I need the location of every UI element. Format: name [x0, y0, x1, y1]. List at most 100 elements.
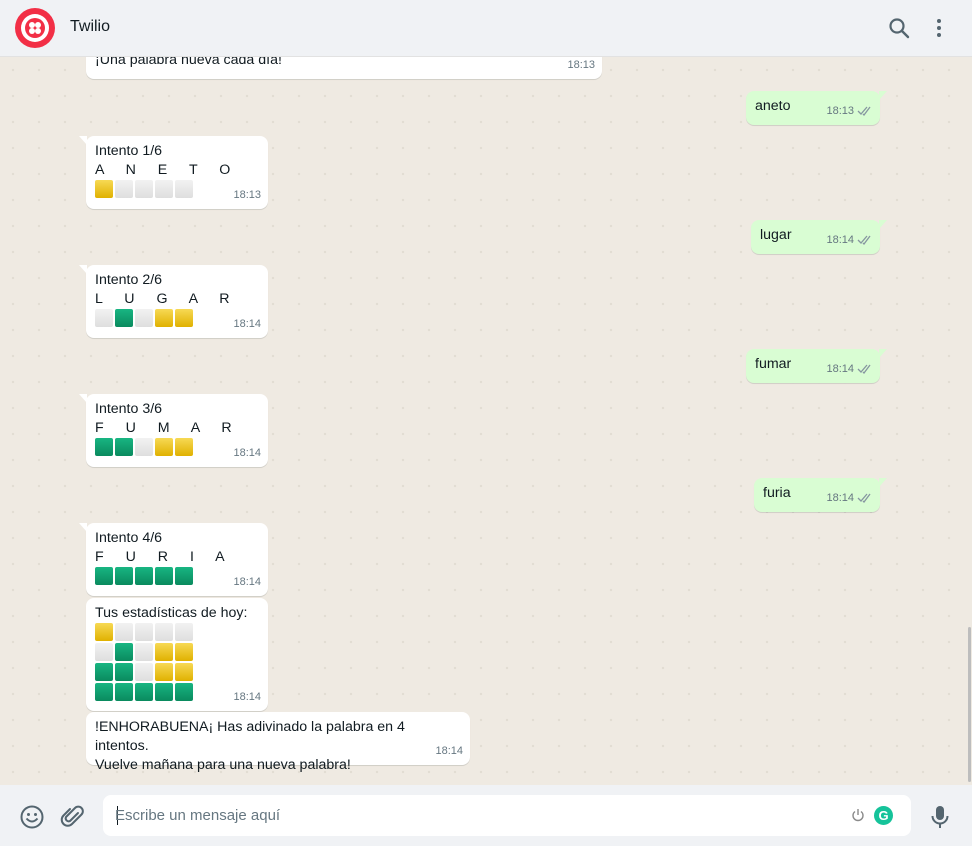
message-time: 18:14: [826, 231, 873, 250]
message-time: 18:14: [233, 576, 261, 588]
scrollbar[interactable]: [968, 627, 971, 782]
contact-name[interactable]: Twilio: [70, 18, 110, 36]
green-square: [115, 683, 133, 701]
green-square: [95, 567, 113, 585]
gray-square: [95, 309, 113, 327]
search-icon[interactable]: [887, 16, 911, 40]
double-check-icon: [857, 235, 871, 246]
message-incoming: !ENHORABUENA¡ Has adivinado la palabra e…: [86, 712, 470, 773]
gray-square: [135, 180, 153, 198]
attempt-letters: F U R I A: [95, 549, 234, 565]
message-time: 18:14: [233, 447, 261, 459]
message-text: lugar: [760, 227, 792, 243]
stats-title: Tus estadísticas de hoy:: [95, 605, 248, 621]
gray-square: [135, 663, 153, 681]
yellow-square: [155, 663, 173, 681]
yellow-square: [95, 623, 113, 641]
message-incoming: Intento 4/6 F U R I A 18:14: [79, 523, 268, 596]
green-square: [175, 567, 193, 585]
power-icon[interactable]: [851, 808, 865, 822]
gray-square: [135, 623, 153, 641]
green-square: [155, 683, 173, 701]
yellow-square: [155, 438, 173, 456]
message-incoming: Intento 2/6 L U G A R 18:14: [79, 265, 268, 338]
yellow-square: [155, 643, 173, 661]
message-time: 18:14: [233, 318, 261, 330]
gray-square: [175, 180, 193, 198]
attempt-letters: F U M A R: [95, 420, 241, 436]
message-text: Vuelve mañana para una nueva palabra!: [95, 757, 351, 773]
message-input-box[interactable]: G: [103, 795, 911, 836]
gray-square: [135, 309, 153, 327]
green-square: [175, 683, 193, 701]
message-outgoing: aneto 18:13: [746, 91, 887, 125]
yellow-square: [175, 309, 193, 327]
gray-square: [95, 643, 113, 661]
message-incoming: ¡Una palabra nueva cada día! 18:13: [86, 57, 602, 79]
message-text: ¡Una palabra nueva cada día!: [95, 57, 282, 68]
gray-square: [135, 643, 153, 661]
green-square: [115, 567, 133, 585]
attempt-letters: L U G A R: [95, 291, 239, 307]
message-list[interactable]: ¡Una palabra nueva cada día! 18:13 aneto…: [0, 57, 972, 785]
message-time: 18:13: [567, 59, 595, 71]
message-time: 18:14: [826, 489, 873, 508]
gray-square: [175, 623, 193, 641]
yellow-square: [95, 180, 113, 198]
composer: G: [0, 785, 972, 846]
message-time: 18:13: [826, 102, 873, 121]
yellow-square: [175, 438, 193, 456]
stats-row: [95, 663, 259, 683]
green-square: [135, 567, 153, 585]
message-time: 18:14: [826, 360, 873, 379]
attempt-letters: A N E T O: [95, 162, 240, 178]
attempt-title: Intento 2/6: [95, 272, 163, 288]
double-check-icon: [857, 364, 871, 375]
gray-square: [135, 438, 153, 456]
attempt-title: Intento 1/6: [95, 143, 163, 159]
double-check-icon: [857, 493, 871, 504]
grammarly-icon[interactable]: G: [874, 806, 893, 825]
yellow-square: [175, 663, 193, 681]
message-text: furia: [763, 485, 791, 501]
green-square: [115, 438, 133, 456]
message-incoming: Tus estadísticas de hoy: 18:14: [86, 598, 268, 711]
message-input[interactable]: [115, 795, 835, 836]
attempt-title: Intento 4/6: [95, 530, 163, 546]
message-incoming: Intento 1/6 A N E T O 18:13: [79, 136, 268, 209]
gray-square: [155, 180, 173, 198]
green-square: [115, 309, 133, 327]
attempt-title: Intento 3/6: [95, 401, 163, 417]
chat-header: Twilio: [0, 0, 972, 57]
message-time: 18:14: [233, 691, 261, 703]
green-square: [115, 643, 133, 661]
green-square: [155, 567, 173, 585]
green-square: [135, 683, 153, 701]
message-outgoing: lugar 18:14: [751, 220, 887, 254]
green-square: [95, 663, 113, 681]
green-square: [115, 663, 133, 681]
message-outgoing: fumar 18:14: [746, 349, 887, 383]
double-check-icon: [857, 106, 871, 117]
message-text: aneto: [755, 98, 791, 114]
paperclip-icon[interactable]: [60, 804, 86, 830]
yellow-square: [175, 643, 193, 661]
message-text: fumar: [755, 356, 792, 372]
stats-row: [95, 623, 259, 643]
gray-square: [115, 623, 133, 641]
yellow-square: [155, 309, 173, 327]
gray-square: [155, 623, 173, 641]
message-outgoing: furia 18:14: [754, 478, 887, 512]
message-text: !ENHORABUENA¡ Has adivinado la palabra e…: [95, 719, 405, 754]
stats-row: [95, 643, 259, 663]
message-time: 18:13: [233, 189, 261, 201]
kebab-menu-icon[interactable]: [927, 16, 951, 40]
message-time: 18:14: [435, 745, 463, 757]
twilio-logo-icon[interactable]: [15, 8, 55, 48]
emoji-icon[interactable]: [19, 804, 45, 830]
gray-square: [115, 180, 133, 198]
green-square: [95, 683, 113, 701]
message-incoming: Intento 3/6 F U M A R 18:14: [79, 394, 268, 467]
microphone-icon[interactable]: [927, 804, 953, 830]
green-square: [95, 438, 113, 456]
